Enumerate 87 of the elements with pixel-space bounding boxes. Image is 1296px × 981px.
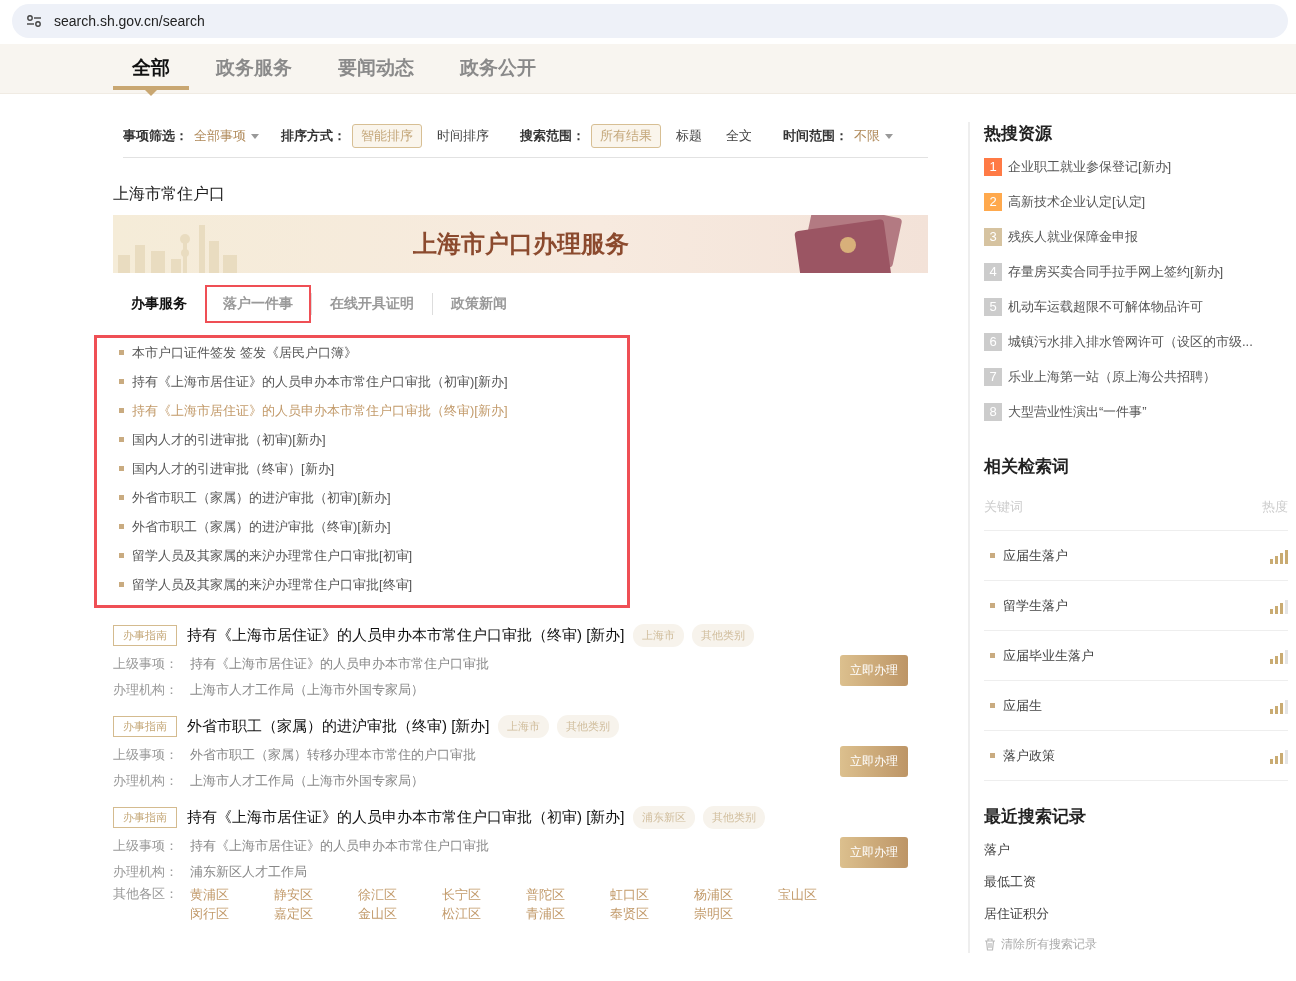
service-tab[interactable]: 办事服务 — [113, 285, 205, 323]
field-value: 持有《上海市居住证》的人员申办本市常住户口审批 — [190, 837, 489, 855]
type-badge: 办事指南 — [113, 807, 177, 828]
hot-link[interactable]: 城镇污水排入排水管网许可（设区的市级... — [1008, 332, 1253, 351]
filter-label: 时间范围： — [783, 127, 848, 145]
bullet-icon — [119, 495, 124, 500]
section-title: 相关检索词 — [984, 456, 1070, 478]
bullet-icon — [990, 653, 995, 658]
nav-tab[interactable]: 全部 — [113, 44, 189, 90]
field-label: 办理机构： — [113, 863, 178, 881]
keyword-link[interactable]: 应届生 — [1003, 696, 1262, 715]
bullet-icon — [119, 553, 124, 558]
result-title[interactable]: 持有《上海市居住证》的人员申办本市常住户口审批（终审) [新办] — [187, 626, 625, 645]
field-value: 浦东新区人才工作局 — [190, 863, 307, 881]
bullet-icon — [990, 603, 995, 608]
bullet-icon — [119, 582, 124, 587]
service-link[interactable]: 国内人才的引进审批（终审）[新办] — [132, 459, 335, 478]
caret-icon — [885, 133, 893, 139]
bullet-icon — [119, 437, 124, 442]
site-settings-icon[interactable] — [26, 14, 42, 28]
filter-option[interactable]: 时间排序 — [428, 124, 498, 148]
query-title: 上海市常住户口 — [113, 184, 226, 204]
bullet-icon — [119, 466, 124, 471]
bullet-icon — [119, 379, 124, 384]
field-value: 上海市人才工作局（上海市外国专家局） — [190, 681, 424, 699]
tag: 上海市 — [497, 715, 549, 738]
section-title: 热搜资源 — [984, 123, 1053, 145]
trash-icon — [984, 938, 996, 951]
type-badge: 办事指南 — [113, 625, 177, 646]
keyword-link[interactable]: 应届生落户 — [1003, 546, 1262, 565]
keyword-link[interactable]: 应届毕业生落户 — [1003, 646, 1262, 665]
bullet-icon — [990, 703, 995, 708]
filter-option[interactable]: 标题 — [667, 124, 711, 148]
keyword-link[interactable]: 落户政策 — [1003, 746, 1262, 765]
tag: 其他类别 — [702, 806, 765, 829]
url-text: search.sh.gov.cn/search — [54, 13, 205, 29]
field-value: 持有《上海市居住证》的人员申办本市常住户口审批 — [190, 655, 489, 673]
field-label: 办理机构： — [113, 681, 178, 699]
service-link[interactable]: 留学人员及其家属的来沪办理常住户口审批[初审] — [132, 546, 413, 565]
bullet-icon — [119, 350, 124, 355]
rank-badge: 3 — [984, 227, 1002, 246]
bullet-icon — [990, 553, 995, 558]
field-label: 办理机构： — [113, 772, 178, 790]
hot-link[interactable]: 存量房买卖合同手拉手网上签约[新办] — [1008, 262, 1224, 281]
service-link[interactable]: 持有《上海市居住证》的人员申办本市常住户口审批（初审)[新办] — [132, 372, 508, 391]
field-label: 上级事项： — [113, 837, 178, 855]
recent-search-link[interactable]: 落户 — [984, 834, 1288, 866]
type-badge: 办事指南 — [113, 716, 177, 737]
rank-badge: 2 — [984, 192, 1002, 211]
hot-link[interactable]: 大型营业性演出“一件事” — [1008, 402, 1147, 421]
tag: 浦东新区 — [632, 806, 695, 829]
keyword-link[interactable]: 留学生落户 — [1003, 596, 1262, 615]
rank-badge: 1 — [984, 157, 1002, 176]
service-link[interactable]: 国内人才的引进审批（初审)[新办] — [132, 430, 326, 449]
service-link[interactable]: 外省市职工（家属）的进沪审批（终审)[新办] — [132, 517, 391, 536]
bullet-icon — [119, 408, 124, 413]
field-label: 其他各区： — [113, 885, 178, 903]
caret-icon — [251, 133, 259, 139]
section-title: 最近搜索记录 — [984, 806, 1087, 828]
hot-link[interactable]: 高新技术企业认定[认定] — [1008, 192, 1146, 211]
recent-search-link[interactable]: 最低工资 — [984, 866, 1288, 898]
service-link[interactable]: 留学人员及其家属的来沪办理常住户口审批[终审] — [132, 575, 413, 594]
filter-label: 排序方式： — [281, 127, 346, 145]
recent-search-link[interactable]: 居住证积分 — [984, 898, 1288, 930]
tag: 上海市 — [632, 624, 684, 647]
field-label: 上级事项： — [113, 655, 178, 673]
filter-label: 事项筛选： — [123, 127, 188, 145]
result-title[interactable]: 持有《上海市居住证》的人员申办本市常住户口审批（初审) [新办] — [187, 808, 625, 827]
field-label: 上级事项： — [113, 746, 178, 764]
hot-link[interactable]: 机动车运载超限不可解体物品许可 — [1008, 297, 1203, 316]
filter-label: 搜索范围： — [520, 127, 585, 145]
hot-link[interactable]: 乐业上海第一站（原上海公共招聘） — [1008, 367, 1216, 386]
hot-link[interactable]: 残疾人就业保障金申报 — [1008, 227, 1138, 246]
bullet-icon — [990, 753, 995, 758]
banner-title: 上海市户口办理服务 — [412, 229, 629, 259]
tab-pointer-icon — [145, 90, 157, 96]
field-value: 外省市职工（家属）转移办理本市常住的户口审批 — [190, 746, 476, 764]
tag: 其他类别 — [556, 715, 619, 738]
service-link[interactable]: 本市户口证件签发 签发《居民户口簿》 — [132, 343, 357, 362]
hot-link[interactable]: 企业职工就业参保登记[新办] — [1008, 157, 1172, 176]
result-title[interactable]: 外省市职工（家属）的进沪审批（终审) [新办] — [187, 717, 490, 736]
field-value: 上海市人才工作局（上海市外国专家局） — [190, 772, 424, 790]
address-bar[interactable]: search.sh.gov.cn/search — [12, 4, 1288, 38]
bullet-icon — [119, 524, 124, 529]
filter-option[interactable]: 全文 — [717, 124, 761, 148]
tag: 其他类别 — [691, 624, 754, 647]
service-link[interactable]: 外省市职工（家属）的进沪审批（初审)[新办] — [132, 488, 391, 507]
